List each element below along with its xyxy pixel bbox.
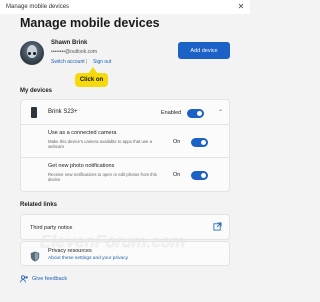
- close-button[interactable]: ✕: [235, 1, 247, 13]
- photo-notifications-desc: Receive new notifications to open or edi…: [48, 172, 157, 182]
- related-links-heading: Related links: [20, 202, 58, 208]
- photo-notifications-title: Get new photo notifications: [48, 163, 115, 169]
- device-state: Enabled: [161, 110, 182, 116]
- external-link-icon[interactable]: [213, 222, 222, 231]
- divider: [20, 157, 230, 158]
- title-bar: Manage mobile devices ✕: [0, 0, 250, 14]
- device-toggle[interactable]: [187, 109, 204, 118]
- add-device-button[interactable]: Add device: [178, 42, 230, 59]
- my-devices-heading: My devices: [20, 88, 53, 94]
- device-name: Brink S23+: [48, 109, 78, 115]
- avatar-eye: [28, 52, 31, 55]
- link-separator: |: [86, 59, 88, 65]
- avatar-eye: [33, 52, 36, 55]
- click-on-callout: Click on: [75, 73, 108, 87]
- sign-out-link[interactable]: Sign out: [93, 59, 111, 65]
- page-title: Manage mobile devices: [20, 16, 160, 30]
- camera-setting-title: Use as a connected camera: [48, 130, 117, 136]
- user-name: Shawn Brink: [51, 40, 88, 46]
- photo-notifications-state: On: [173, 172, 181, 178]
- photo-notifications-toggle[interactable]: [191, 171, 208, 180]
- phone-icon: [31, 107, 37, 118]
- give-feedback-link[interactable]: Give feedback: [32, 276, 67, 282]
- switch-account-link[interactable]: Switch account: [51, 59, 85, 65]
- avatar: [20, 41, 44, 65]
- chevron-up-icon[interactable]: ⌃: [218, 109, 223, 116]
- privacy-settings-link[interactable]: About these settings and your privacy: [48, 256, 128, 261]
- divider: [20, 124, 230, 125]
- user-email: ••••••••@outlook.com: [51, 49, 98, 55]
- third-party-notice-link[interactable]: Third party notice: [30, 225, 73, 231]
- camera-setting-desc: Make this device's camera available to a…: [48, 139, 153, 149]
- feedback-icon[interactable]: [20, 275, 28, 283]
- alien-face: [27, 45, 37, 58]
- camera-toggle[interactable]: [191, 138, 208, 147]
- watermark: ElevenForum.com: [40, 232, 186, 251]
- camera-setting-state: On: [173, 139, 181, 145]
- window-title: Manage mobile devices: [6, 4, 70, 10]
- shield-icon: [30, 251, 40, 262]
